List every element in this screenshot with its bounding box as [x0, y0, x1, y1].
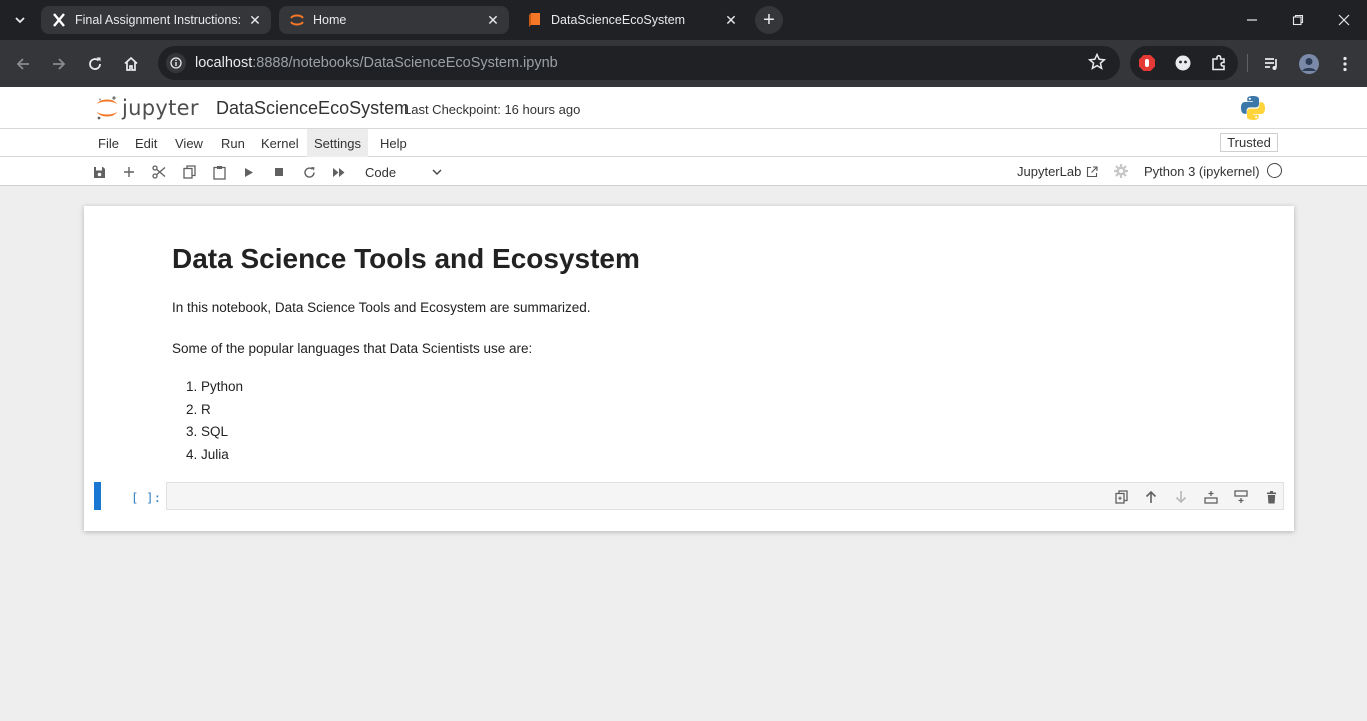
jupyter-header: jupyter DataScienceEcoSystem Last Checkp…: [0, 87, 1367, 129]
run-cell-icon[interactable]: [239, 162, 259, 182]
browser-menu-icon[interactable]: [1331, 50, 1359, 78]
chevron-down-icon: [431, 166, 443, 181]
copy-icon[interactable]: [179, 162, 199, 182]
languages-intro-paragraph: Some of the popular languages that Data …: [172, 341, 533, 356]
duplicate-cell-icon[interactable]: [1111, 487, 1131, 507]
url-host: localhost: [195, 55, 253, 71]
tab-label: DataScienceEcoSystem: [551, 13, 686, 27]
menu-file[interactable]: File: [91, 129, 126, 157]
cell-type-value: Code: [365, 164, 397, 180]
notebook-heading: Data Science Tools and Ecosystem: [172, 243, 640, 274]
close-window-icon[interactable]: [1321, 0, 1367, 40]
kernel-name[interactable]: Python 3 (ipykernel): [1144, 164, 1260, 179]
paste-icon[interactable]: [209, 162, 229, 182]
move-up-arrow-icon[interactable]: [1141, 487, 1161, 507]
menu-bar: File Edit View Run Kernel Settings Help …: [0, 129, 1367, 157]
run-all-icon[interactable]: [329, 162, 349, 182]
notebook-page: Data Science Tools and Ecosystem In this…: [84, 206, 1294, 531]
tab-search-chevron-icon[interactable]: [8, 8, 32, 32]
extensions-group: [1130, 46, 1238, 80]
active-cell-indicator: [94, 482, 101, 510]
address-bar[interactable]: localhost:8888/notebooks/DataScienceEcoS…: [158, 46, 1120, 80]
jupyter-favicon-icon: [289, 12, 305, 28]
menu-run[interactable]: Run: [214, 129, 252, 157]
browser-toolbar: localhost:8888/notebooks/DataScienceEcoS…: [0, 40, 1367, 87]
save-icon[interactable]: [89, 162, 109, 182]
open-jupyterlab-link[interactable]: JupyterLab: [1017, 164, 1098, 179]
menu-edit[interactable]: Edit: [128, 129, 164, 157]
list-item: 2. R: [186, 401, 211, 417]
interrupt-kernel-icon[interactable]: [269, 162, 289, 182]
media-queue-icon[interactable]: [1258, 50, 1286, 78]
python-logo-icon: [1240, 95, 1266, 121]
site-info-icon[interactable]: [166, 53, 186, 73]
input-prompt: [ ]:: [131, 490, 162, 505]
insert-cell-below-icon[interactable]: [1231, 487, 1251, 507]
restart-kernel-icon[interactable]: [299, 162, 319, 182]
insert-cell-above-icon[interactable]: [1201, 487, 1221, 507]
menu-view[interactable]: View: [168, 129, 210, 157]
reload-icon[interactable]: [81, 50, 109, 78]
intro-paragraph: In this notebook, Data Science Tools and…: [172, 300, 591, 315]
notebook-favicon-icon: [527, 12, 543, 28]
puzzle-extensions-icon[interactable]: [1209, 53, 1229, 73]
tab-home[interactable]: Home ✕: [279, 6, 509, 34]
close-tab-icon[interactable]: ✕: [245, 10, 265, 30]
add-cell-icon[interactable]: [119, 162, 139, 182]
x-favicon-icon: [51, 12, 67, 28]
menu-help[interactable]: Help: [373, 129, 414, 157]
code-cell-input[interactable]: [166, 482, 1284, 510]
toolbar-divider: [1247, 54, 1248, 72]
close-tab-icon[interactable]: ✕: [721, 10, 741, 30]
tab-final-assignment[interactable]: Final Assignment Instructions: C ✕: [41, 6, 271, 34]
home-icon[interactable]: [117, 50, 145, 78]
browser-tab-bar: Final Assignment Instructions: C ✕ Home …: [0, 0, 1367, 40]
jupyter-wordmark: jupyter: [122, 96, 199, 120]
cut-icon[interactable]: [149, 162, 169, 182]
jupyter-logo-icon: [97, 96, 117, 120]
languages-list: 1. Python 2. R 3. SQL 4. Julia: [172, 376, 243, 466]
kernel-settings-gear-icon[interactable]: [1113, 163, 1129, 179]
url-text: localhost:8888/notebooks/DataScienceEcoS…: [195, 55, 558, 71]
ghost-extension-icon[interactable]: [1173, 53, 1193, 73]
list-item: 4. Julia: [186, 446, 229, 462]
tab-label: Final Assignment Instructions: C: [75, 13, 245, 27]
restore-icon[interactable]: [1275, 0, 1321, 40]
tab-label: Home: [313, 13, 347, 27]
jupyterlab-label: JupyterLab: [1017, 164, 1082, 179]
new-tab-button[interactable]: +: [755, 6, 783, 34]
list-item: 1. Python: [186, 379, 244, 394]
move-down-arrow-icon[interactable]: [1171, 487, 1191, 507]
last-checkpoint-text: Last Checkpoint: 16 hours ago: [404, 102, 581, 117]
notebook-toolbar: Code JupyterLab Python 3 (ipykernel): [0, 157, 1367, 186]
tab-datascienceecosystem-active[interactable]: DataScienceEcoSystem ✕: [517, 6, 747, 34]
list-item: 3. SQL: [186, 424, 229, 439]
url-path: :8888/notebooks/DataScienceEcoSystem.ipy…: [252, 55, 558, 71]
kernel-status-idle-icon: [1267, 163, 1282, 178]
notebook-title[interactable]: DataScienceEcoSystem: [216, 98, 409, 119]
delete-cell-trash-icon[interactable]: [1261, 487, 1281, 507]
forward-arrow-icon[interactable]: [45, 50, 73, 78]
menu-kernel[interactable]: Kernel: [254, 129, 306, 157]
close-tab-icon[interactable]: ✕: [483, 10, 503, 30]
back-arrow-icon[interactable]: [9, 50, 37, 78]
minimize-icon[interactable]: [1229, 0, 1275, 40]
cell-type-dropdown[interactable]: Code: [357, 161, 449, 183]
trusted-indicator[interactable]: Trusted: [1220, 133, 1278, 152]
adblock-extension-icon[interactable]: [1137, 53, 1157, 73]
bookmark-star-icon[interactable]: [1087, 52, 1108, 73]
menu-settings[interactable]: Settings: [307, 129, 368, 157]
jupyter-logo[interactable]: jupyter: [96, 94, 199, 122]
external-link-icon: [1086, 165, 1098, 178]
profile-avatar[interactable]: [1295, 50, 1323, 78]
